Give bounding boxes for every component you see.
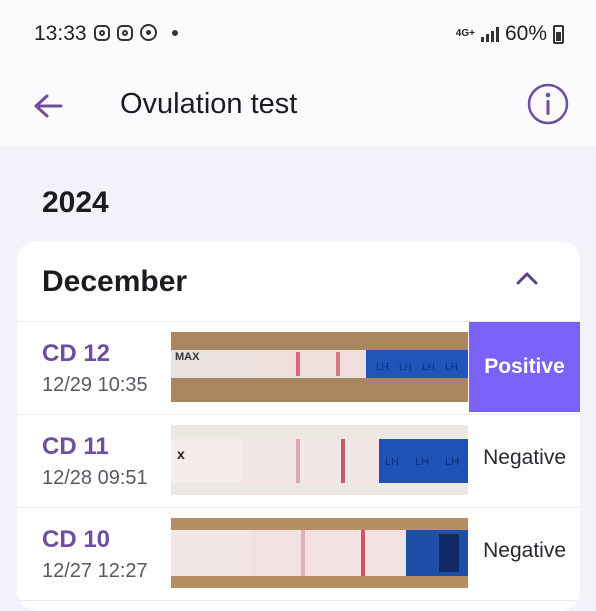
test-strip-photo: MAX LH LH LH LH [171,332,468,402]
signal-icon [480,26,499,42]
strip-label: MAX [175,351,200,363]
app-bar: Ovulation test [0,70,596,146]
status-time: 13:33 [34,22,87,45]
test-entry[interactable]: CD 10 12/27 12:27 Negative [17,508,580,601]
svg-text:LH: LH [422,362,435,373]
positive-result-badge: Positive [469,322,580,412]
month-header[interactable]: December [17,241,580,322]
negative-result: Negative [483,446,566,469]
svg-text:LH: LH [399,362,412,373]
notification-icons [94,24,178,41]
app-notification-icon [140,24,157,41]
battery-percent: 60% [504,22,547,45]
instagram-icon [117,24,133,41]
test-entry[interactable]: CD 12 12/29 10:35 MAX LH LH LH LH Positi… [17,322,580,415]
page-title: Ovulation test [120,88,298,120]
svg-text:LH: LH [385,456,399,468]
test-datetime: 12/29 10:35 [42,374,148,396]
svg-text:LH: LH [445,362,458,373]
test-strip-photo: x LH LH LH [171,425,468,495]
negative-result: Negative [483,539,566,562]
test-history: 2024 December CD 12 12/29 10:35 MAX LH L… [0,146,596,611]
cycle-day: CD 12 [42,340,111,367]
status-right: 4G+ 60% [456,22,564,46]
info-button[interactable] [526,82,570,126]
month-title: December [42,265,188,298]
test-strip-photo [171,518,468,588]
status-bar: 13:33 4G+ 60% [0,0,596,70]
chevron-up-icon[interactable] [516,271,538,285]
test-datetime: 12/27 12:27 [42,560,148,582]
test-datetime: 12/28 09:51 [42,467,148,489]
instagram-icon [94,24,110,41]
svg-text:LH: LH [376,362,389,373]
cycle-day: CD 10 [42,526,111,553]
info-icon [527,83,569,125]
network-type: 4G+ [455,28,475,39]
svg-text:LH: LH [445,456,459,468]
svg-text:LH: LH [415,456,429,468]
svg-text:x: x [177,446,185,462]
back-button[interactable] [26,84,70,128]
battery-icon [553,24,564,44]
test-entry[interactable]: CD 11 12/28 09:51 x LH LH LH Negative [17,415,580,508]
year-heading: 2024 [42,186,109,219]
cycle-day: CD 11 [42,433,109,460]
more-notifications-dot [172,29,178,36]
month-card: December CD 12 12/29 10:35 MAX LH LH LH … [17,241,580,611]
back-arrow-icon [34,94,63,118]
